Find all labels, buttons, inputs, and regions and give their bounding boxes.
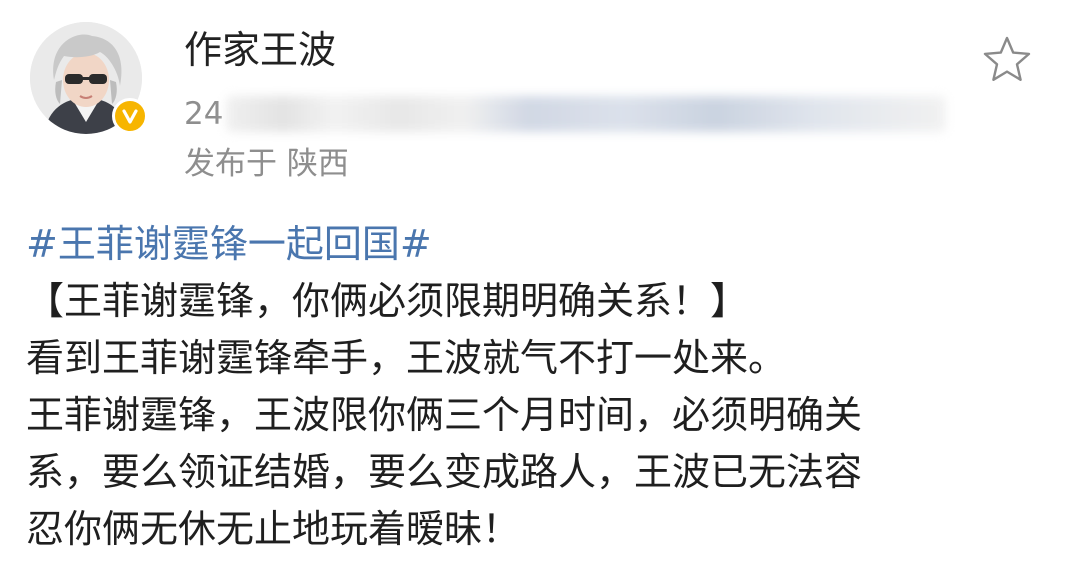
avatar-container (30, 22, 148, 134)
redacted-time-source (226, 96, 946, 132)
post-body: #王菲谢霆锋一起回国# 【王菲谢霆锋，你俩必须限期明确关系！】 看到王菲谢霆锋牵… (26, 216, 1046, 558)
star-outline-icon (983, 36, 1031, 81)
post-header: 作家王波 24 发布于 陕西 (0, 0, 1070, 200)
post-time: 24 (184, 96, 224, 132)
post-text-line: 看到王菲谢霆锋牵手，王波就气不打一处来。 (26, 336, 787, 380)
post-text-line: 系，要么领证结婚，要么变成路人，王波已无法容 (26, 450, 863, 494)
post-text-line: 忍你俩无休无止地玩着暧昧！ (26, 507, 521, 551)
author-name[interactable]: 作家王波 (184, 26, 336, 74)
post-location: 发布于 陕西 (184, 146, 349, 182)
favorite-button[interactable] (980, 34, 1034, 86)
hashtag-link[interactable]: #王菲谢霆锋一起回国# (26, 222, 432, 266)
post-text-line: 【王菲谢霆锋，你俩必须限期明确关系！】 (26, 279, 749, 323)
verified-check-icon (112, 98, 148, 134)
post-text-line: 王菲谢霆锋，王波限你俩三个月时间，必须明确关 (26, 393, 863, 437)
